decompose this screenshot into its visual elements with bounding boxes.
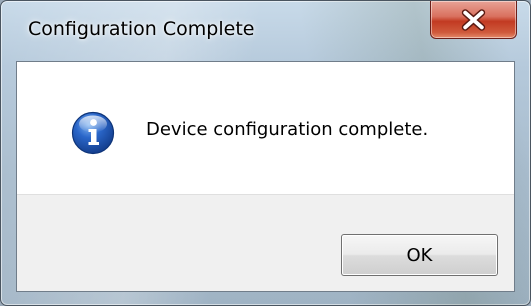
dialog-message: Device configuration complete. [146,119,429,140]
ok-button[interactable]: OK [341,234,498,276]
window-title: Configuration Complete [28,18,255,40]
button-bar: OK [17,194,514,291]
close-icon [461,9,486,31]
close-button[interactable] [430,1,517,39]
dialog-content: Device configuration complete. OK [16,61,515,292]
dialog-window: Configuration Complete Device configurat… [0,0,531,306]
information-icon [71,111,115,155]
